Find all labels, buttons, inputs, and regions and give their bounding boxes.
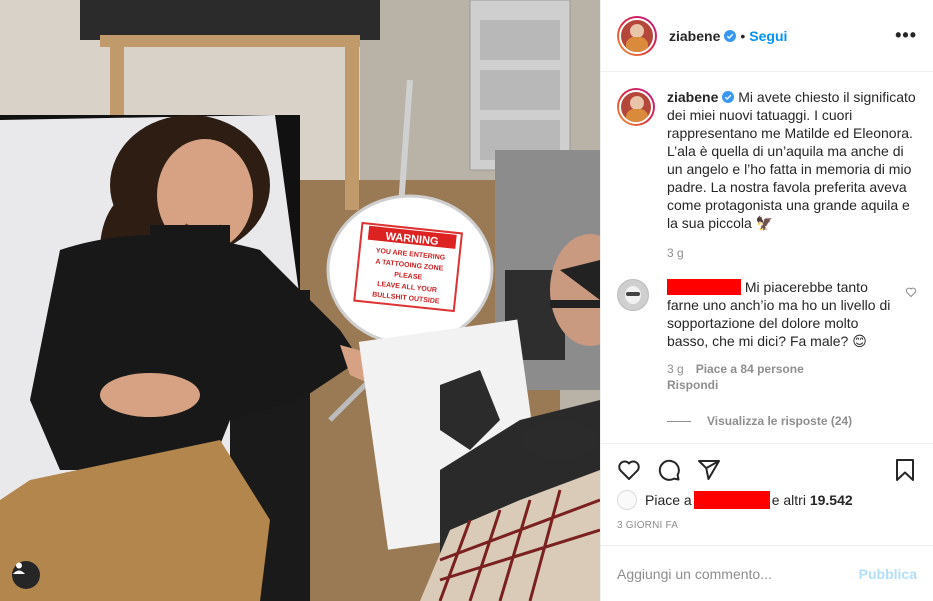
- header-separator: •: [740, 27, 746, 44]
- comments-section[interactable]: ziabene Mi avete chiesto il significato …: [601, 72, 933, 443]
- comment-time[interactable]: 3 g: [667, 362, 684, 376]
- post-actions-area: Piace a e altri 19.542 3 GIORNI FA: [601, 443, 933, 545]
- heart-icon[interactable]: [617, 458, 641, 482]
- caption-avatar[interactable]: [617, 88, 655, 126]
- caption-username[interactable]: ziabene: [667, 89, 718, 105]
- action-bar: [617, 444, 917, 496]
- comment-like-heart-icon[interactable]: [905, 286, 917, 298]
- comment: Mi piacerebbe tanto farne uno anch’io ma…: [617, 278, 917, 394]
- caption-time[interactable]: 3 g: [667, 246, 917, 260]
- caption-text: Mi avete chiesto il significato dei miei…: [667, 89, 916, 231]
- view-replies-line: [667, 420, 691, 422]
- more-options-button[interactable]: •••: [895, 25, 917, 46]
- comment-likes[interactable]: Piace a 84 persone: [696, 362, 804, 376]
- reply-button[interactable]: Rispondi: [667, 376, 903, 394]
- post-header: ziabene • Segui •••: [601, 0, 933, 72]
- caption: ziabene Mi avete chiesto il significato …: [617, 88, 917, 260]
- comment-icon[interactable]: [657, 458, 681, 482]
- post-modal: WARNING YOU ARE ENTERING A TATTOOING ZONE P…: [0, 0, 933, 601]
- liker-avatar[interactable]: [617, 490, 637, 510]
- likes-prefix: Piace a: [645, 492, 692, 508]
- author-username[interactable]: ziabene: [669, 28, 720, 44]
- verified-badge-icon: [722, 91, 735, 103]
- comment-meta: 3 g Piace a 84 persone: [667, 362, 903, 376]
- user-tag-icon: [13, 562, 25, 574]
- comment-input[interactable]: Aggiungi un commento...: [617, 566, 859, 582]
- post-date[interactable]: 3 GIORNI FA: [617, 520, 917, 531]
- view-replies-button[interactable]: Visualizza le risposte (24): [667, 414, 917, 428]
- tattoo-photo-illustration: WARNINGYOU ARE ENTERINGA TATTOOING ZONEP…: [0, 0, 600, 601]
- verified-badge-icon: [724, 29, 737, 42]
- view-replies-label: Visualizza le risposte (24): [707, 414, 853, 428]
- publish-button[interactable]: Pubblica: [859, 566, 917, 582]
- add-comment-bar: Aggiungi un commento... Pubblica: [601, 545, 933, 601]
- user-tag-button[interactable]: [12, 561, 40, 589]
- commenter-avatar[interactable]: [617, 279, 649, 311]
- author-avatar[interactable]: [617, 15, 657, 56]
- redacted-liker: [693, 491, 770, 509]
- likes-count[interactable]: 19.542: [810, 492, 853, 508]
- likes-suffix[interactable]: e altri: [772, 492, 806, 508]
- likes-summary: Piace a e altri 19.542: [617, 490, 917, 510]
- share-icon[interactable]: [697, 458, 721, 482]
- bookmark-icon[interactable]: [893, 458, 917, 482]
- post-sidebar: ziabene • Segui ••• ziabene Mi avete chi…: [600, 0, 933, 601]
- post-photo[interactable]: WARNING YOU ARE ENTERING A TATTOOING ZONE P…: [0, 0, 600, 601]
- follow-button[interactable]: Segui: [749, 28, 787, 44]
- redacted-username: [667, 279, 741, 295]
